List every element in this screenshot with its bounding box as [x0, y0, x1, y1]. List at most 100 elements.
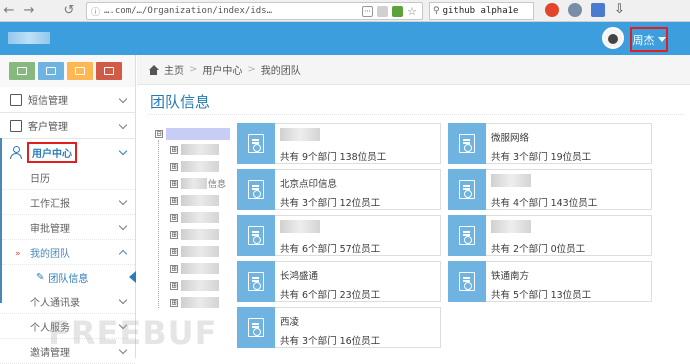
breadcrumb-user-center[interactable]: 用户中心	[202, 62, 242, 77]
tree-expand-icon[interactable]: ⊞	[170, 213, 178, 222]
star-icon[interactable]: ☆	[407, 6, 418, 17]
tree-node-label[interactable]	[181, 246, 219, 257]
breadcrumb-home[interactable]: 主页	[164, 62, 184, 77]
address-bar[interactable]: ⓘ ….com/…/Organization/index/ids… ⋯ ☆	[86, 2, 423, 20]
sidebar-subitem-label: 邀请管理	[30, 347, 70, 359]
sidebar-item-user-center[interactable]: 用户中心	[0, 139, 135, 165]
team-card[interactable]: 共有 6个部门 57位员工	[237, 215, 441, 256]
sidebar-subitem-my-team[interactable]: » 我的团队	[0, 240, 135, 265]
tree-node[interactable]: ⊞	[170, 142, 233, 157]
card-icon-box	[237, 307, 275, 348]
sidebar-subitem-invitations[interactable]: 邀请管理	[0, 339, 135, 364]
shortcut-button-3[interactable]	[67, 62, 93, 80]
avatar[interactable]	[602, 27, 624, 49]
tree-node[interactable]: ⊞	[170, 159, 233, 174]
tree-root-node[interactable]: ⊟	[155, 127, 233, 140]
extension-icon[interactable]	[545, 3, 559, 17]
home-icon[interactable]	[148, 64, 159, 75]
team-name: 北京点印信息	[280, 179, 338, 190]
breadcrumb-separator: >	[189, 64, 198, 75]
tree-node[interactable]: ⊞ 信息	[170, 176, 233, 191]
tree-expand-icon[interactable]: ⊞	[170, 298, 178, 307]
team-stat: 共有 2个部门 0位员工	[491, 244, 586, 255]
sidebar-active-rail	[0, 138, 2, 303]
sidebar-subitem-approval[interactable]: 审批管理	[0, 215, 135, 240]
team-card[interactable]: 共有 9个部门 138位员工	[237, 123, 441, 164]
breadcrumb-separator: >	[247, 64, 256, 75]
tree-expand-icon[interactable]: ⊞	[170, 230, 178, 239]
shortcut-button-2[interactable]	[38, 62, 64, 80]
tree-expand-icon[interactable]: ⊞	[170, 247, 178, 256]
download-icon[interactable]: ⇩	[614, 3, 625, 17]
team-name: 长鸿盛通	[280, 271, 319, 282]
tree-node-label[interactable]	[181, 297, 219, 308]
extension-green-icon[interactable]	[392, 5, 403, 17]
sidebar-item-sms[interactable]: 短信管理	[0, 87, 135, 113]
team-name: 西凌	[280, 317, 300, 328]
shortcut-button-4[interactable]	[96, 62, 122, 80]
tree-node-label[interactable]	[181, 161, 219, 172]
tree-expand-icon[interactable]: ⊞	[170, 264, 178, 273]
tree-node-label[interactable]	[181, 212, 219, 223]
sidebar-subitem-work-report[interactable]: 工作汇报	[0, 190, 135, 215]
sidebar-leaf-label: 团队信息	[48, 273, 89, 285]
team-document-icon	[248, 272, 264, 291]
tree-expand-icon[interactable]: ⊞	[170, 179, 178, 188]
tree-node[interactable]: ⊞	[170, 193, 233, 208]
team-card[interactable]: 北京点印信息 共有 3个部门 12位员工	[237, 169, 441, 210]
page-actions-icon[interactable]: ⋯	[362, 5, 373, 17]
tree-node-label-text[interactable]: 信息	[208, 177, 226, 190]
card-icon-box	[237, 215, 275, 256]
tree-node-label[interactable]	[181, 195, 219, 206]
sidebar-item-label: 用户中心	[27, 141, 77, 163]
team-stat: 共有 4个部门 143位员工	[491, 198, 598, 209]
app-header	[0, 22, 690, 55]
chevron-down-icon	[118, 295, 128, 305]
sidebar-subitem-personal-service[interactable]: 个人服务	[0, 314, 135, 339]
tree-node[interactable]: ⊞	[170, 244, 233, 259]
tree-expand-icon[interactable]: ⊞	[170, 196, 178, 205]
team-card[interactable]: 共有 2个部门 0位员工	[448, 215, 652, 256]
card-icon-box	[237, 261, 275, 302]
sidebar-leaf-team-info[interactable]: ✎ 团队信息	[0, 265, 136, 289]
sidebar-subitem-calendar[interactable]: 日历	[0, 165, 135, 190]
bookmark-icon[interactable]	[377, 5, 388, 17]
tree-collapse-icon[interactable]: ⊟	[155, 129, 163, 138]
shield-icon[interactable]	[568, 3, 582, 17]
tree-node[interactable]: ⊞	[170, 261, 233, 276]
forward-icon[interactable]: →	[20, 2, 38, 20]
active-indicator	[129, 271, 136, 283]
tree-node[interactable]: ⊞	[170, 210, 233, 225]
shortcut-button-1[interactable]	[9, 62, 35, 80]
team-card[interactable]: 长鸿盛通 共有 6个部门 23位员工	[237, 261, 441, 302]
tree-node-label[interactable]	[181, 178, 207, 189]
team-card[interactable]: 西凌 共有 3个部门 16位员工	[237, 307, 441, 348]
sidebar-subitem-label: 我的团队	[30, 248, 70, 260]
tree-expand-icon[interactable]: ⊞	[170, 145, 178, 154]
user-menu-button[interactable]: 周杰	[630, 27, 668, 52]
tree-expand-icon[interactable]: ⊞	[170, 281, 178, 290]
reload-icon[interactable]: ↺	[60, 2, 78, 20]
team-card[interactable]: 铁通南方 共有 5个部门 13位员工	[448, 261, 652, 302]
tree-node-label[interactable]	[181, 263, 219, 274]
tree-node[interactable]: ⊞	[170, 295, 233, 310]
library-icon[interactable]	[591, 3, 605, 17]
envelope-icon	[10, 93, 22, 106]
team-card[interactable]: 共有 4个部门 143位员工	[448, 169, 652, 210]
team-document-icon	[459, 180, 475, 199]
shortcut-icon	[75, 67, 85, 75]
team-document-icon	[248, 180, 264, 199]
tree-root-label[interactable]	[166, 127, 230, 140]
tree-node-label[interactable]	[181, 280, 219, 291]
sidebar-subitem-contacts[interactable]: 个人通讯录	[0, 289, 135, 314]
tree-node[interactable]: ⊞	[170, 227, 233, 242]
tree-node-label[interactable]	[181, 229, 219, 240]
tree-node[interactable]: ⊞	[170, 278, 233, 293]
sidebar-item-customers[interactable]: 客户管理	[0, 113, 135, 139]
browser-search-box[interactable]: ⚲ github alpha1e	[429, 2, 534, 20]
tree-expand-icon[interactable]: ⊞	[170, 162, 178, 171]
card-icon-box	[448, 123, 486, 164]
back-icon[interactable]: ←	[0, 2, 18, 20]
team-card[interactable]: 微服网络 共有 3个部门 19位员工	[448, 123, 652, 164]
tree-node-label[interactable]	[181, 144, 219, 155]
